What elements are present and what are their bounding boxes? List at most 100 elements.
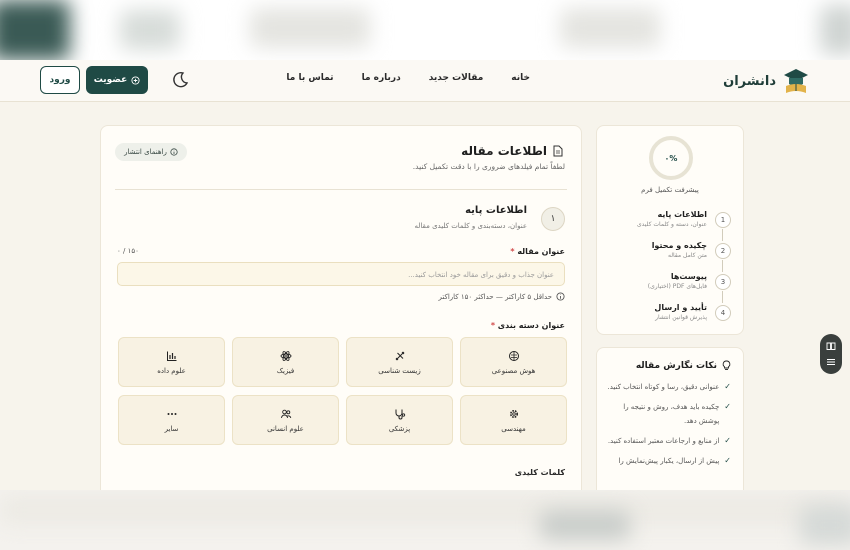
nav-new-articles[interactable]: مقالات جدید (429, 73, 484, 83)
main-nav: خانه مقالات جدید درباره ما تماس با ما (286, 73, 530, 83)
plus-circle-icon (131, 75, 140, 85)
menu-icon[interactable] (826, 357, 836, 367)
article-title-input[interactable]: عنوان جذاب و دقیق برای مقاله خود انتخاب … (117, 262, 565, 286)
step-number: 4 (715, 305, 731, 321)
chart-icon (166, 351, 176, 361)
required-mark: * (490, 321, 495, 330)
category-humanities[interactable]: علوم انسانی (232, 395, 339, 445)
publish-guide-button[interactable]: راهنمای انتشار (115, 143, 187, 161)
book-icon[interactable] (826, 341, 836, 351)
check-icon: ✓ (724, 436, 731, 445)
category-engineering[interactable]: مهندسی (460, 395, 567, 445)
step-item[interactable]: 1 اطلاعات پایه عنوان، دسته و کلمات کلیدی (605, 210, 731, 241)
step-item[interactable]: 2 چکیده و محتوا متن کامل مقاله (605, 241, 731, 272)
users-icon (280, 409, 291, 418)
progress-ring: ۰% (649, 136, 693, 180)
nav-home[interactable]: خانه (511, 73, 530, 83)
section-title: اطلاعات پایه (465, 205, 527, 216)
card-title: اطلاعات مقاله (461, 144, 547, 158)
step-subtitle: متن کامل مقاله (668, 252, 707, 259)
step-number: 3 (715, 274, 731, 290)
atom-icon (280, 350, 291, 361)
category-data-science[interactable]: علوم داده (118, 337, 225, 387)
writing-tips-card: نکات نگارش مقاله ✓ عنوانی دقیق، رسا و کوت… (596, 347, 744, 490)
category-grid: هوش مصنوعی زیست شناسی فیزیک علوم داده مه… (117, 337, 567, 445)
category-ai[interactable]: هوش مصنوعی (460, 337, 567, 387)
login-button[interactable]: ورود (40, 66, 80, 94)
join-label: عضویت (93, 75, 128, 85)
required-mark: * (510, 247, 515, 256)
article-info-card: اطلاعات مقاله لطفاً تمام فیلدهای ضروری ر… (100, 125, 582, 490)
step-subtitle: عنوان، دسته و کلمات کلیدی (636, 221, 707, 228)
tip-item: ✓ پیش از ارسال، یکبار پیش‌نمایش را (605, 454, 731, 468)
category-label: هوش مصنوعی (491, 366, 536, 375)
title-label-text: عنوان مقاله (517, 247, 565, 256)
nav-about[interactable]: درباره ما (362, 73, 401, 83)
category-label: پزشکی (388, 424, 411, 433)
brain-icon (508, 350, 519, 361)
graduation-cap-icon (784, 69, 808, 93)
document-icon (553, 145, 563, 157)
title-hint-text: حداقل ۵ کاراکتر — حداکثر ۱۵۰ کاراکتر (438, 292, 552, 301)
step-item[interactable]: 3 پیوست‌ها فایل‌های PDF (اختیاری) (605, 272, 731, 303)
category-label-text: عنوان دسته بندی (497, 321, 565, 330)
step-number-badge: ۱ (541, 207, 565, 231)
dna-icon (395, 351, 404, 360)
step-title: پیوست‌ها (670, 272, 707, 281)
category-physics[interactable]: فیزیک (232, 337, 339, 387)
floating-tool-rail[interactable] (820, 334, 842, 374)
check-icon: ✓ (724, 382, 731, 391)
step-subtitle: پذیرش قوانین انتشار (655, 314, 707, 321)
app-page: دانشران خانه مقالات جدید درباره ما تماس … (0, 60, 850, 490)
nav-contact[interactable]: تماس با ما (286, 73, 333, 83)
moon-icon[interactable] (170, 70, 190, 90)
card-subtitle: لطفاً تمام فیلدهای ضروری را با دقت تکمیل… (412, 162, 565, 171)
step-number: 1 (715, 212, 731, 228)
publish-guide-label: راهنمای انتشار (124, 148, 167, 156)
tip-text: چکیده باید هدف، روش و نتیجه را پوشش دهد. (623, 403, 720, 425)
step-connector (722, 260, 723, 272)
step-item[interactable]: 4 تأیید و ارسال پذیرش قوانین انتشار (605, 303, 731, 334)
category-label: علوم انسانی (267, 424, 304, 433)
gear-icon (509, 409, 518, 418)
category-other[interactable]: سایر (118, 395, 225, 445)
category-biology[interactable]: زیست شناسی (346, 337, 453, 387)
title-field-label: عنوان مقاله * (510, 247, 565, 256)
join-button[interactable]: عضویت (86, 66, 148, 94)
tip-text: از منابع و ارجاعات معتبر استفاده کنید. (607, 437, 720, 445)
blurred-bottom-region (0, 490, 850, 550)
tips-list: ✓ عنوانی دقیق، رسا و کوتاه انتخاب کنید. ✓… (605, 380, 731, 474)
step-title: تأیید و ارسال (654, 303, 707, 312)
category-medicine[interactable]: پزشکی (346, 395, 453, 445)
title-char-counter: ۰ / ۱۵۰ (117, 247, 139, 255)
steps-list: 1 اطلاعات پایه عنوان، دسته و کلمات کلیدی … (605, 210, 731, 334)
category-label: فیزیک (276, 366, 295, 375)
tip-item: ✓ از منابع و ارجاعات معتبر استفاده کنید. (605, 434, 731, 448)
category-label: علوم داده (157, 366, 186, 375)
title-hint: حداقل ۵ کاراکتر — حداکثر ۱۵۰ کاراکتر (439, 292, 565, 301)
tips-title: نکات نگارش مقاله (635, 360, 717, 371)
check-icon: ✓ (724, 402, 731, 411)
tip-text: پیش از ارسال، یکبار پیش‌نمایش را (618, 457, 720, 465)
category-field-label: عنوان دسته بندی * (491, 321, 565, 330)
step-title: چکیده و محتوا (651, 241, 707, 250)
dots-icon (167, 412, 176, 415)
category-label: زیست شناسی (378, 366, 421, 375)
info-icon (170, 148, 178, 156)
step-connector (722, 229, 723, 241)
tip-item: ✓ چکیده باید هدف، روش و نتیجه را پوشش دهد… (605, 400, 731, 428)
step-subtitle: فایل‌های PDF (اختیاری) (647, 283, 707, 290)
divider (115, 189, 567, 190)
step-number: 2 (715, 243, 731, 259)
category-label: سایر (164, 424, 179, 433)
logo[interactable]: دانشران (723, 66, 810, 96)
lightbulb-icon (722, 360, 731, 370)
category-label: مهندسی (501, 424, 526, 433)
step-title: اطلاعات پایه (657, 210, 707, 219)
card-header: اطلاعات مقاله (461, 144, 563, 158)
tips-header: نکات نگارش مقاله (636, 360, 731, 371)
progress-card: ۰% پیشرفت تکمیل فرم 1 اطلاعات پایه عنوان،… (596, 125, 744, 335)
section-subtitle: عنوان، دسته‌بندی و کلمات کلیدی مقاله (414, 222, 527, 230)
navbar: دانشران خانه مقالات جدید درباره ما تماس … (0, 60, 850, 102)
brand-name: دانشران (723, 73, 776, 89)
